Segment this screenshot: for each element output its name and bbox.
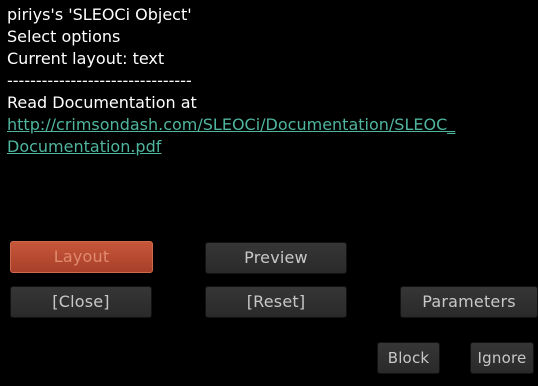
- block-button[interactable]: Block: [377, 342, 440, 374]
- layout-button[interactable]: Layout: [10, 241, 153, 273]
- parameters-button[interactable]: Parameters: [400, 286, 538, 318]
- ignore-button[interactable]: Ignore: [470, 342, 534, 374]
- dialog-message: piriys's 'SLEOCi Object' Select options …: [7, 4, 535, 158]
- preview-button[interactable]: Preview: [205, 242, 347, 274]
- close-button[interactable]: [Close]: [10, 286, 152, 318]
- read-documentation-line: Read Documentation at: [7, 93, 197, 112]
- separator-line: --------------------------------: [7, 71, 192, 90]
- select-options-line: Select options: [7, 27, 121, 46]
- documentation-link-continued[interactable]: Documentation.pdf: [7, 136, 535, 158]
- script-dialog: piriys's 'SLEOCi Object' Select options …: [0, 0, 538, 386]
- owner-line: piriys's 'SLEOCi Object': [7, 5, 192, 24]
- documentation-link[interactable]: http://crimsondash.com/SLEOCi/Documentat…: [7, 114, 535, 136]
- current-layout-line: Current layout: text: [7, 49, 165, 68]
- reset-button[interactable]: [Reset]: [205, 286, 347, 318]
